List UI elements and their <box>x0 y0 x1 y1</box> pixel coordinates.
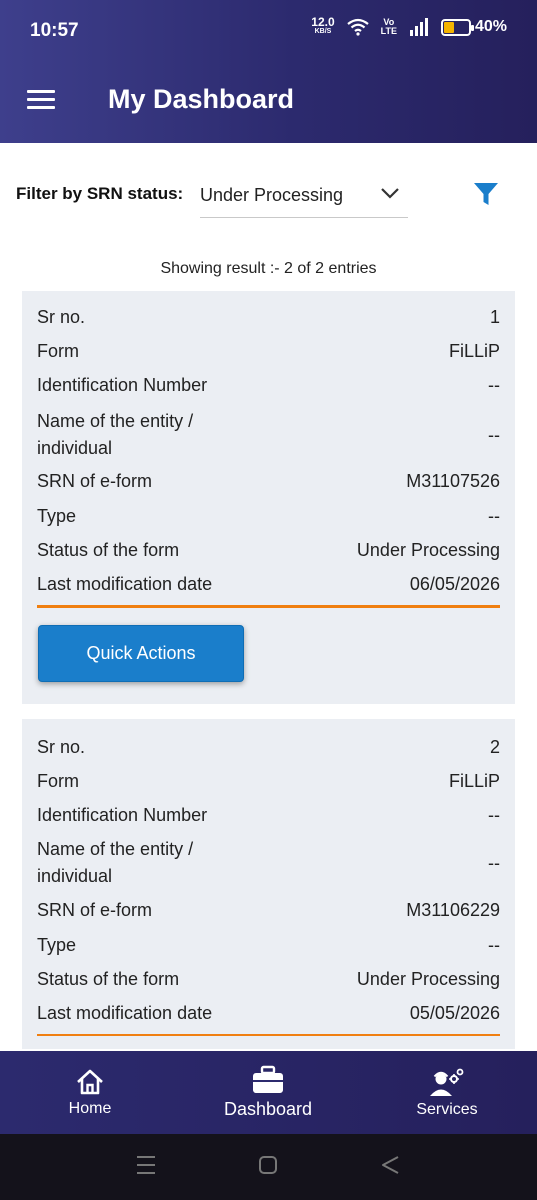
field-value: M31107526 <box>406 471 500 491</box>
card-divider <box>37 605 500 608</box>
network-speed: 12.0 KB/S <box>311 15 335 36</box>
field-value: Under Processing <box>356 969 500 989</box>
field-label: Type <box>37 935 77 955</box>
briefcase-icon <box>253 1065 283 1093</box>
srn-record-card: Sr no. 2 Form FiLLiP Identification Numb… <box>22 719 515 1049</box>
field-label: SRN of e-form <box>37 900 153 920</box>
field-label: Type <box>37 506 77 526</box>
home-button-icon[interactable] <box>258 1154 278 1176</box>
nav-home[interactable]: Home <box>40 1051 140 1134</box>
record-row-sr-no: Sr no. 1 <box>37 304 500 331</box>
field-value: 06/05/2026 <box>409 574 500 594</box>
field-value: -- <box>488 852 500 873</box>
volte-indicator: Vo LTE <box>381 18 397 36</box>
field-value: -- <box>488 424 500 445</box>
field-label: Form <box>37 341 79 361</box>
bottom-navigation: Home Dashboard Services <box>0 1051 537 1134</box>
status-icons: 12.0 KB/S Vo LTE 40% <box>311 15 507 36</box>
page-title: My Dashboard <box>108 84 295 114</box>
field-value: 2 <box>489 737 500 757</box>
funnel-icon[interactable] <box>472 180 500 208</box>
field-label: Status of the form <box>37 540 180 560</box>
status-time: 10:57 <box>30 20 79 41</box>
field-value: -- <box>488 935 500 955</box>
field-label: Identification Number <box>37 805 208 825</box>
wifi-icon <box>346 18 369 36</box>
volte-bottom: LTE <box>380 26 397 36</box>
card-divider <box>37 1034 500 1036</box>
system-navigation-bar <box>0 1134 537 1200</box>
nav-dashboard-label: Dashboard <box>223 1099 313 1119</box>
record-row-entity-name: Name of the entity / individual -- <box>37 836 500 890</box>
field-value: FiLLiP <box>448 341 500 361</box>
field-value: Under Processing <box>356 540 500 560</box>
record-row-form: Form FiLLiP <box>37 338 500 365</box>
nav-services[interactable]: Services <box>397 1051 497 1134</box>
record-row-modified-date: Last modification date 05/05/2026 <box>37 1000 500 1027</box>
record-row-entity-name: Name of the entity / individual -- <box>37 408 500 462</box>
chevron-down-icon <box>381 188 399 199</box>
recent-apps-icon[interactable] <box>136 1154 156 1176</box>
speed-value: 12.0 <box>311 15 335 29</box>
record-row-sr-no: Sr no. 2 <box>37 734 500 761</box>
field-value: 1 <box>489 307 500 327</box>
srn-status-selected: Under Processing <box>200 185 344 205</box>
record-row-form: Form FiLLiP <box>37 768 500 795</box>
battery-indicator: 40% <box>440 18 507 36</box>
field-value: FiLLiP <box>448 771 500 791</box>
srn-status-dropdown[interactable]: Under Processing <box>200 172 408 218</box>
signal-icon <box>409 18 428 36</box>
field-value: -- <box>488 805 500 825</box>
record-row-srn: SRN of e-form M31106229 <box>37 897 500 924</box>
srn-record-card: Sr no. 1 Form FiLLiP Identification Numb… <box>22 291 515 704</box>
app-header: 10:57 12.0 KB/S Vo LTE 40% My Dashboard <box>0 0 537 143</box>
record-row-type: Type -- <box>37 503 500 530</box>
nav-home-label: Home <box>68 1099 112 1117</box>
field-label: Last modification date <box>37 574 213 594</box>
home-icon <box>77 1069 103 1094</box>
field-value: M31106229 <box>406 900 500 920</box>
field-label: Status of the form <box>37 969 180 989</box>
field-value: 05/05/2026 <box>409 1003 500 1023</box>
results-count: Showing result :- 2 of 2 entries <box>160 260 377 277</box>
record-row-status: Status of the form Under Processing <box>37 537 500 564</box>
hamburger-menu-icon[interactable] <box>27 90 55 110</box>
battery-icon <box>440 18 474 36</box>
record-row-type: Type -- <box>37 932 500 959</box>
field-value: -- <box>488 506 500 526</box>
battery-percent: 40% <box>474 18 507 35</box>
services-icon <box>430 1068 464 1096</box>
filter-label: Filter by SRN status: <box>16 184 184 203</box>
record-row-srn: SRN of e-form M31107526 <box>37 468 500 495</box>
field-label: SRN of e-form <box>37 471 153 491</box>
record-row-status: Status of the form Under Processing <box>37 966 500 993</box>
nav-services-label: Services <box>416 1100 478 1118</box>
field-label: Identification Number <box>37 375 208 395</box>
speed-unit: KB/S <box>314 28 332 35</box>
back-icon[interactable] <box>380 1154 400 1176</box>
field-value: -- <box>488 375 500 395</box>
record-row-modified-date: Last modification date 06/05/2026 <box>37 571 500 598</box>
record-row-identification: Identification Number -- <box>37 372 500 399</box>
field-label: Form <box>37 771 79 791</box>
field-label: Sr no. <box>37 307 86 327</box>
field-label: Name of the entity / individual <box>37 411 194 458</box>
field-label: Last modification date <box>37 1003 213 1023</box>
field-label: Name of the entity / individual <box>37 839 194 886</box>
nav-dashboard[interactable]: Dashboard <box>208 1051 328 1134</box>
quick-actions-button[interactable]: Quick Actions <box>38 625 244 682</box>
record-row-identification: Identification Number -- <box>37 802 500 829</box>
field-label: Sr no. <box>37 737 86 757</box>
